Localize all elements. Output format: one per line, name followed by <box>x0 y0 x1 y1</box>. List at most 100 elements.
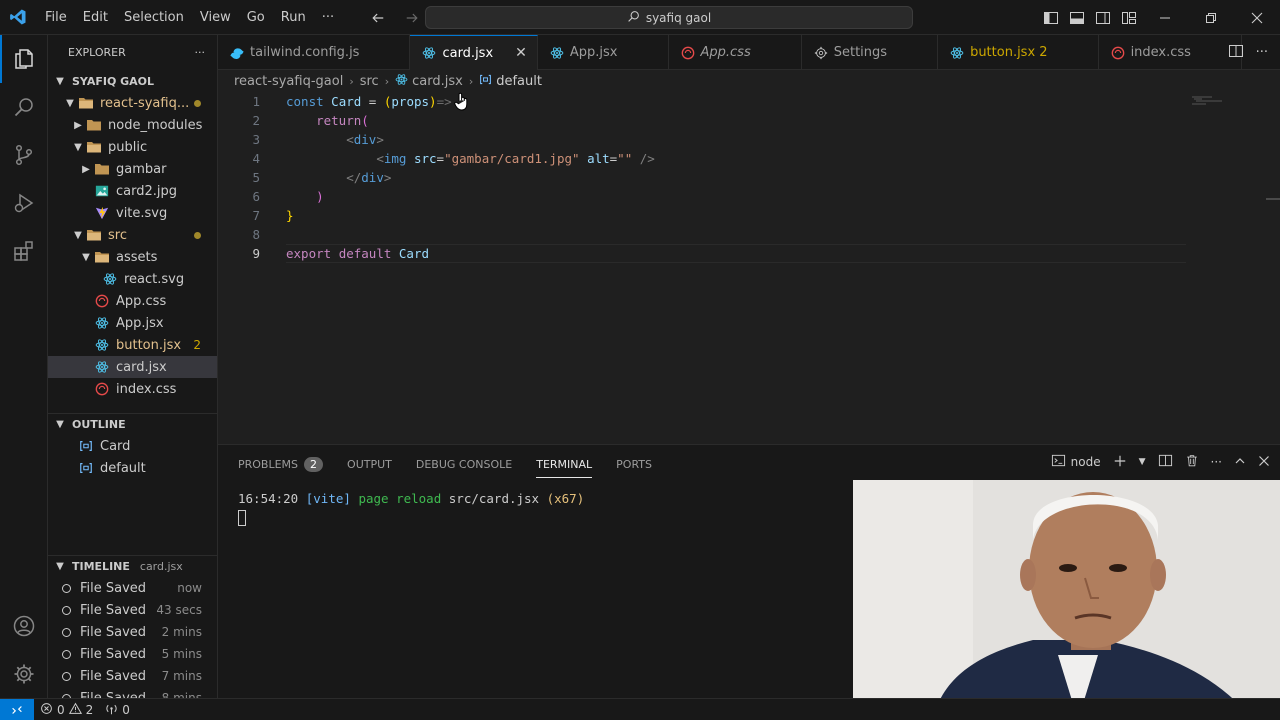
circle-icon <box>62 583 71 593</box>
toggle-primary-sidebar-icon[interactable] <box>1038 0 1064 35</box>
close-window-icon[interactable] <box>1234 0 1280 35</box>
tree-item-button-jsx[interactable]: button.jsx 2 <box>48 334 217 356</box>
toggle-secondary-sidebar-icon[interactable] <box>1090 0 1116 35</box>
tree-item-gambar[interactable]: ▶ gambar <box>48 158 217 180</box>
manage-gear-icon[interactable] <box>0 650 48 698</box>
timeline-item[interactable]: File Saved 7 mins <box>48 665 217 687</box>
folder-icon <box>86 117 102 133</box>
tree-item-card2-jpg[interactable]: card2.jpg <box>48 180 217 202</box>
explorer-icon[interactable] <box>0 35 48 83</box>
react-file-icon <box>102 271 118 287</box>
customize-layout-icon[interactable] <box>1116 0 1142 35</box>
tree-item-assets[interactable]: ▼ assets <box>48 246 217 268</box>
tree-item-react-syafiq-[interactable]: ▼ react-syafiq... <box>48 92 217 114</box>
tree-item-app-css[interactable]: App.css <box>48 290 217 312</box>
outline-header[interactable]: ▼ OUTLINE <box>48 413 217 435</box>
split-editor-icon[interactable] <box>1228 43 1244 63</box>
tree-item-card-jsx[interactable]: card.jsx <box>48 356 217 378</box>
outline-item-default[interactable]: default <box>48 457 217 479</box>
accounts-icon[interactable] <box>0 602 48 650</box>
timeline-item[interactable]: File Saved now <box>48 577 217 599</box>
tab-button-jsx-2[interactable]: button.jsx 2 <box>938 35 1099 70</box>
tab-tailwind-config-js[interactable]: tailwind.config.js <box>218 35 411 70</box>
timeline-item[interactable]: File Saved 43 secs <box>48 599 217 621</box>
tree-item-index-css[interactable]: index.css <box>48 378 217 400</box>
minimize-icon[interactable] <box>1142 0 1188 35</box>
menu-selection[interactable]: Selection <box>116 0 192 35</box>
new-terminal-icon[interactable] <box>1113 454 1127 471</box>
tab-card-jsx[interactable]: card.jsx ✕ <box>410 35 538 70</box>
menu-go[interactable]: Go <box>239 0 273 35</box>
breadcrumb-item[interactable]: card.jsx <box>412 74 463 89</box>
panel-tab-output[interactable]: OUTPUT <box>347 452 392 476</box>
code-editor[interactable]: 1 const Card = (props)=> 2 return( 3 <di… <box>218 92 1280 444</box>
restore-icon[interactable] <box>1188 0 1234 35</box>
timeline-item[interactable]: File Saved 8 mins <box>48 687 217 698</box>
outline-item-card[interactable]: Card <box>48 435 217 457</box>
workspace-root-header[interactable]: ▼ SYAFIQ GAOL <box>48 70 217 92</box>
code-line: const Card = (props)=> <box>286 94 452 109</box>
close-panel-icon[interactable] <box>1258 455 1270 470</box>
timeline-item[interactable]: File Saved 2 mins <box>48 621 217 643</box>
panel-tab-terminal[interactable]: TERMINAL <box>536 452 592 478</box>
chevron-down-icon[interactable]: ▼ <box>1139 457 1146 467</box>
panel-more-actions-icon[interactable]: ··· <box>1211 455 1222 469</box>
tab-index-css[interactable]: index.css <box>1099 35 1242 70</box>
extensions-icon[interactable] <box>0 227 48 275</box>
timeline-header[interactable]: ▼ TIMELINE card.jsx <box>48 555 217 577</box>
maximize-panel-icon[interactable] <box>1234 455 1246 470</box>
css-file-icon <box>94 381 110 397</box>
breadcrumb-item[interactable]: default <box>496 74 542 89</box>
minimap[interactable] <box>1192 94 1222 105</box>
webcam-overlay <box>853 480 1280 720</box>
remote-indicator-icon[interactable] <box>0 698 34 720</box>
tab-app-css[interactable]: App.css <box>669 35 802 70</box>
run-debug-icon[interactable] <box>0 179 48 227</box>
menu-file[interactable]: File <box>37 0 75 35</box>
tab-settings[interactable]: Settings <box>802 35 939 70</box>
chevron-right-icon: ▶ <box>82 163 90 175</box>
problems-status[interactable]: 0 2 <box>34 702 99 718</box>
menu-view[interactable]: View <box>192 0 239 35</box>
scrollbar[interactable] <box>1266 198 1280 200</box>
tree-item-app-jsx[interactable]: App.jsx <box>48 312 217 334</box>
circle-icon <box>62 671 71 681</box>
more-actions-icon[interactable]: ··· <box>195 46 206 59</box>
tree-item-src[interactable]: ▼ src <box>48 224 217 246</box>
split-terminal-icon[interactable] <box>1158 453 1173 471</box>
tree-item-label: card.jsx <box>116 359 167 375</box>
trash-icon[interactable] <box>1185 453 1199 471</box>
code-line: </div> <box>346 170 392 185</box>
tree-item-label: react.svg <box>124 271 185 287</box>
terminal-selector[interactable]: node <box>1051 453 1101 471</box>
panel-tab-problems[interactable]: PROBLEMS 2 <box>238 452 324 476</box>
close-tab-icon[interactable]: ✕ <box>515 45 527 61</box>
breadcrumb-item[interactable]: src <box>360 74 379 89</box>
ports-status[interactable]: 0 <box>99 702 136 718</box>
css-file-icon <box>94 293 110 309</box>
breadcrumb-item[interactable]: react-syafiq-gaol <box>234 74 343 89</box>
editor-tab-bar: tailwind.config.js card.jsx ✕ App.jsx App.cs… <box>218 35 1280 70</box>
file-tree: ▼ react-syafiq... ▶ node_modules ▼ public ▶ gam… <box>48 92 217 402</box>
panel-tab-debug-console[interactable]: DEBUG CONSOLE <box>416 452 512 476</box>
forward-arrow-icon[interactable] <box>400 6 424 30</box>
menu-more[interactable]: ··· <box>314 0 342 35</box>
timeline-item[interactable]: File Saved 5 mins <box>48 643 217 665</box>
editor-more-actions-icon[interactable]: ··· <box>1256 45 1268 60</box>
menu-edit[interactable]: Edit <box>75 0 116 35</box>
tree-item-react-svg[interactable]: react.svg <box>48 268 217 290</box>
command-center-search[interactable]: syafiq gaol <box>425 6 913 29</box>
tree-item-node-modules[interactable]: ▶ node_modules <box>48 114 217 136</box>
search-sidebar-icon[interactable] <box>0 83 48 131</box>
search-icon <box>627 10 640 26</box>
menu-run[interactable]: Run <box>273 0 314 35</box>
tab-app-jsx[interactable]: App.jsx <box>538 35 669 70</box>
tree-item-vite-svg[interactable]: vite.svg <box>48 202 217 224</box>
source-control-icon[interactable] <box>0 131 48 179</box>
timeline-item-label: File Saved <box>80 624 147 640</box>
panel-tab-ports[interactable]: PORTS <box>616 452 652 476</box>
tree-item-main-jsx[interactable]: main.jsx <box>48 400 217 402</box>
tree-item-public[interactable]: ▼ public <box>48 136 217 158</box>
toggle-panel-icon[interactable] <box>1064 0 1090 35</box>
back-arrow-icon[interactable] <box>366 6 390 30</box>
